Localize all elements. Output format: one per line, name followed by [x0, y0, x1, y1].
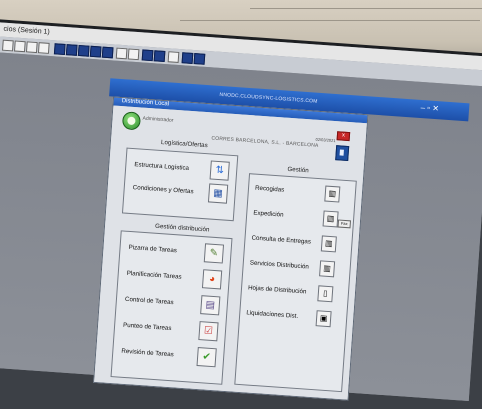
menu-item-hojas[interactable]: Hojas de Distribución: [248, 284, 307, 295]
document-icon[interactable]: ▯: [317, 285, 334, 303]
panel-gestion: Recogidas ▥ Expedición ▥ Fax Consulta de…: [234, 173, 357, 393]
cash-register-icon[interactable]: ▣: [315, 310, 332, 328]
toolbar-button[interactable]: [53, 43, 66, 56]
monitor-screen: cios (Sesión 1) NNODC.CLOUDSYNC-LOGISTIC…: [0, 22, 482, 402]
menu-item-punteo[interactable]: Punteo de Tareas: [123, 322, 172, 332]
toolbar-button[interactable]: [141, 49, 154, 62]
toolbar-button[interactable]: [153, 50, 166, 62]
panel-distribucion: Pizarra de Tareas ✎ Planificación Tareas…: [110, 230, 233, 385]
close-button[interactable]: x: [336, 131, 351, 142]
toolbar-button[interactable]: [13, 40, 26, 53]
user-label: Administrador: [142, 115, 174, 124]
menu-item-revision[interactable]: Revisión de Tareas: [121, 348, 174, 359]
app-logo-icon: [121, 111, 142, 131]
checklist-icon[interactable]: ☑: [198, 321, 219, 342]
ceiling-line: [180, 20, 480, 21]
toolbar-button[interactable]: [167, 51, 180, 63]
window-body: Administrador CORRES BARCELONA, S.L. - B…: [94, 105, 367, 400]
toolbar-button[interactable]: [25, 41, 38, 54]
menu-item-liquidaciones[interactable]: Liquidaciones Dist.: [246, 309, 298, 320]
menu-item-servicios[interactable]: Servicios Distribución: [250, 259, 310, 270]
barcode-icon[interactable]: ▥: [320, 235, 337, 253]
checkmark-icon[interactable]: ✔: [196, 347, 217, 368]
toolbar-button[interactable]: [127, 48, 140, 61]
toolbar-button[interactable]: [101, 46, 114, 59]
panel-logistica: Estructura Logística ⇅ Condiciones y Ofe…: [121, 147, 239, 222]
calendar-icon[interactable]: ▦: [207, 183, 229, 204]
company-label: CORRES BARCELONA, S.L. - BARCELONA: [211, 135, 319, 149]
toolbar-button[interactable]: [77, 44, 90, 57]
ceiling-line: [250, 8, 482, 9]
document-pencil-icon[interactable]: ✎: [203, 243, 225, 264]
app-url: NNODC.CLOUDSYNC-LOGISTICS.COM: [219, 91, 318, 105]
toolbar-button[interactable]: [89, 45, 102, 58]
pie-chart-icon[interactable]: ◕: [201, 269, 223, 290]
arrows-icon[interactable]: ⇅: [209, 160, 230, 181]
section-title-distribucion: Gestión distribución: [154, 222, 210, 234]
menu-item-control[interactable]: Control de Tareas: [125, 296, 174, 306]
notepad-icon[interactable]: ▤: [200, 295, 221, 316]
menu-item-recogidas[interactable]: Recogidas: [255, 185, 285, 194]
toolbar-button[interactable]: [193, 53, 206, 65]
menu-item-planificacion[interactable]: Planificación Tareas: [127, 270, 182, 281]
distribucion-window: Distribución Local Administrador CORRES …: [93, 96, 369, 401]
menu-item-condiciones[interactable]: Condiciones y Ofertas: [133, 184, 194, 195]
toolbar-button[interactable]: [37, 42, 50, 54]
fax-button[interactable]: Fax: [337, 219, 352, 229]
toolbar-button[interactable]: [115, 47, 128, 60]
menu-item-pizarra[interactable]: Pizarra de Tareas: [128, 244, 177, 254]
exit-door-icon[interactable]: [335, 145, 350, 162]
menu-item-expedicion[interactable]: Expedición: [253, 210, 284, 219]
section-title-logistica: Logística/Ofertas: [160, 138, 208, 150]
barcode-icon[interactable]: ▥: [322, 210, 339, 228]
section-title-gestion: Gestión: [287, 165, 309, 175]
session-title: cios (Sesión 1): [3, 25, 50, 36]
toolbar-button[interactable]: [181, 52, 194, 64]
window-controls[interactable]: – ▫ ✕: [420, 103, 439, 113]
toolbar-button[interactable]: [65, 44, 78, 56]
menu-item-consulta[interactable]: Consulta de Entregas: [251, 235, 311, 246]
barcode-icon[interactable]: ▥: [319, 260, 336, 278]
menu-item-estructura[interactable]: Estructura Logística: [134, 161, 189, 172]
toolbar-button[interactable]: [2, 39, 14, 52]
barcode-icon[interactable]: ▥: [324, 185, 341, 203]
